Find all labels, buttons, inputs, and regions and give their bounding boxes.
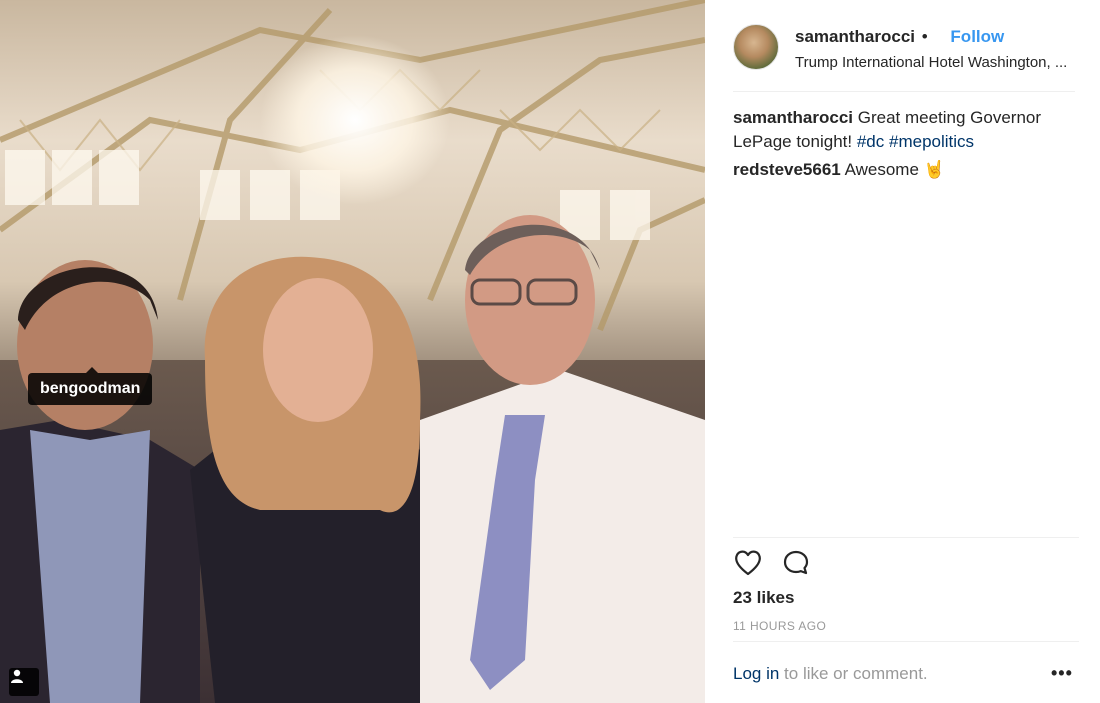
comment-bubble-icon[interactable]	[781, 548, 811, 578]
post-side-panel: samantharocci • Follow Trump Internation…	[705, 0, 1100, 703]
comments-list: samantharocci Great meeting Governor LeP…	[733, 106, 1078, 186]
post-photo[interactable]: bengoodman	[0, 0, 705, 703]
user-tag-toggle-button[interactable]	[9, 668, 39, 696]
login-prompt: Log in to like or comment.	[733, 664, 928, 684]
caption-username[interactable]: samantharocci	[733, 108, 853, 127]
caption: samantharocci Great meeting Governor LeP…	[733, 106, 1078, 154]
comment-username[interactable]: redsteve5661	[733, 160, 841, 179]
heart-icon[interactable]	[733, 548, 763, 578]
comment-text: Awesome 🤘	[844, 160, 945, 179]
login-prompt-text: to like or comment.	[779, 664, 928, 683]
post-header: samantharocci • Follow Trump Internation…	[733, 22, 1075, 92]
comment-item: redsteve5661 Awesome 🤘	[733, 158, 1078, 182]
separator-dot: •	[921, 27, 928, 46]
hashtag-link[interactable]: #mepolitics	[889, 132, 974, 151]
username-link[interactable]: samantharocci	[795, 27, 915, 46]
post-actions	[733, 548, 811, 578]
avatar[interactable]	[733, 24, 779, 70]
login-link[interactable]: Log in	[733, 664, 779, 683]
username-row: samantharocci • Follow	[795, 27, 1004, 47]
person-icon	[11, 669, 23, 683]
follow-button[interactable]: Follow	[950, 27, 1004, 46]
more-options-icon[interactable]: •••	[1051, 663, 1073, 684]
location-link[interactable]: Trump International Hotel Washington, ..…	[795, 54, 1075, 71]
timestamp[interactable]: 11 HOURS AGO	[733, 619, 826, 633]
divider	[733, 537, 1079, 538]
divider	[733, 641, 1079, 642]
likes-count[interactable]: 23 likes	[733, 588, 794, 608]
photo-illustration	[0, 0, 705, 703]
user-tag-label[interactable]: bengoodman	[28, 367, 153, 405]
hashtag-link[interactable]: #dc	[857, 132, 884, 151]
